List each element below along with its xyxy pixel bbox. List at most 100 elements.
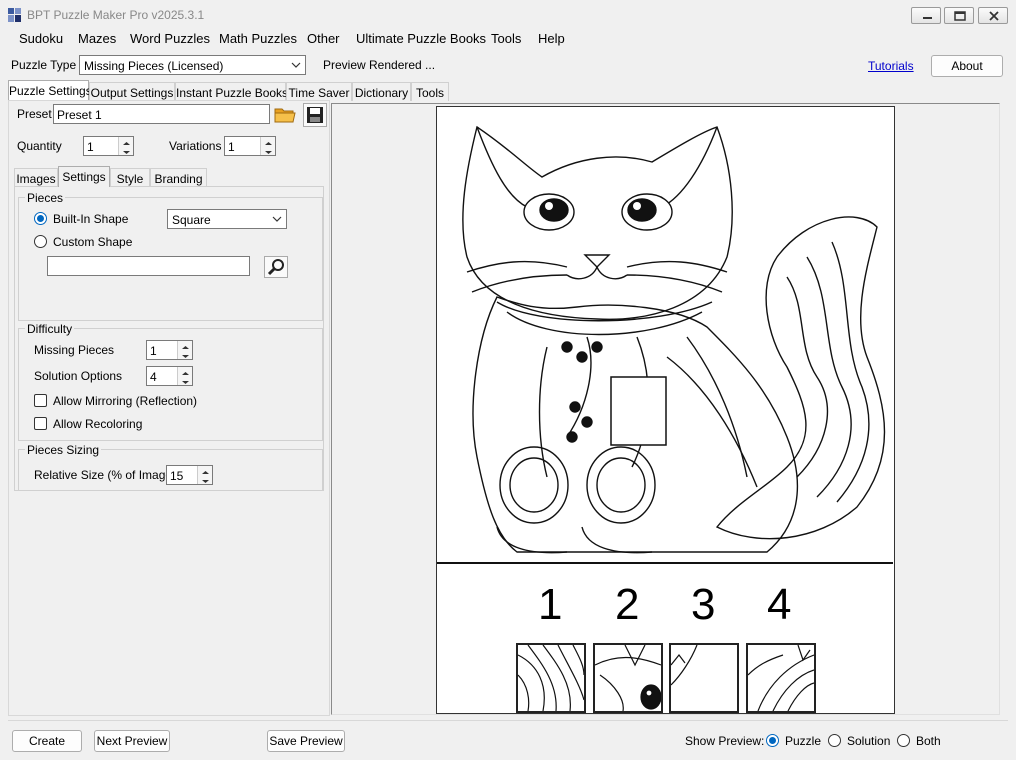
option-number: 1 (538, 580, 563, 629)
menu-ultimate-puzzle-books[interactable]: Ultimate Puzzle Books (356, 31, 486, 46)
quantity-stepper[interactable]: 1 (83, 136, 134, 156)
builtin-shape-radio[interactable] (34, 212, 47, 225)
about-button[interactable]: About (931, 55, 1003, 77)
subtab-settings[interactable]: Settings (58, 166, 110, 187)
missing-pieces-label: Missing Pieces (34, 343, 115, 357)
tab-puzzle-settings[interactable]: Puzzle Settings (8, 80, 92, 101)
option-piece-4 (746, 643, 816, 713)
window-title: BPT Puzzle Maker Pro v2025.3.1 (27, 8, 205, 22)
chevron-down-icon (291, 62, 301, 68)
menu-math-puzzles[interactable]: Math Puzzles (219, 31, 297, 46)
preview-status: Preview Rendered ... (323, 58, 436, 72)
show-preview-label: Show Preview: (685, 734, 765, 748)
missing-pieces-value: 1 (150, 344, 157, 358)
allow-mirroring-checkbox[interactable] (34, 394, 47, 407)
magnifier-icon (267, 259, 284, 276)
spin-up-icon[interactable] (177, 341, 192, 350)
allow-recoloring-checkbox[interactable] (34, 417, 47, 430)
tab-label: Images (16, 172, 56, 186)
tutorials-link[interactable]: Tutorials (868, 59, 914, 73)
spin-down-icon[interactable] (177, 376, 192, 385)
minimize-icon (923, 17, 932, 19)
save-preview-button[interactable]: Save Preview (267, 730, 345, 752)
tab-label: Instant Puzzle Books (176, 86, 289, 100)
tab-time-saver[interactable]: Time Saver (286, 82, 352, 101)
variations-stepper[interactable]: 1 (224, 136, 276, 156)
show-both-label: Both (916, 734, 941, 748)
menu-other[interactable]: Other (307, 31, 340, 46)
option-piece-1 (516, 643, 586, 713)
next-preview-button-label: Next Preview (96, 734, 168, 748)
show-solution-label: Solution (847, 734, 891, 748)
show-solution-radio[interactable] (828, 734, 841, 747)
save-preview-button-label: Save Preview (269, 734, 343, 748)
menu-tools[interactable]: Tools (491, 31, 521, 46)
preset-input[interactable]: Preset 1 (53, 104, 270, 124)
solution-options-stepper[interactable]: 4 (146, 366, 193, 386)
subtab-branding[interactable]: Branding (150, 168, 207, 187)
tab-label: Style (116, 172, 144, 186)
tab-label: Puzzle Settings (9, 84, 92, 98)
option-number: 3 (691, 580, 716, 629)
menu-help[interactable]: Help (538, 31, 565, 46)
subtab-style[interactable]: Style (110, 168, 150, 187)
spin-up-icon[interactable] (118, 137, 133, 146)
builtin-shape-label: Built-In Shape (53, 212, 129, 226)
puzzle-type-dropdown[interactable]: Missing Pieces (Licensed) (79, 55, 306, 75)
open-folder-button[interactable] (273, 103, 297, 127)
close-icon (989, 11, 999, 21)
tab-tools[interactable]: Tools (411, 82, 449, 101)
quantity-label: Quantity (17, 139, 62, 153)
create-button-label: Create (28, 734, 66, 748)
spin-up-icon[interactable] (260, 137, 275, 146)
save-preset-button[interactable] (303, 103, 327, 127)
builtin-shape-dropdown[interactable]: Square (167, 209, 287, 229)
menu-sudoku[interactable]: Sudoku (19, 31, 63, 46)
spin-down-icon[interactable] (260, 146, 275, 155)
tab-label: Settings (62, 170, 106, 184)
tab-dictionary[interactable]: Dictionary (352, 82, 411, 101)
spin-down-icon[interactable] (118, 146, 133, 155)
spin-down-icon[interactable] (177, 350, 192, 359)
allow-mirroring-label: Allow Mirroring (Reflection) (53, 394, 198, 408)
solution-options-label: Solution Options (34, 369, 123, 383)
browse-shape-button[interactable] (264, 256, 288, 278)
tab-instant-puzzle-books[interactable]: Instant Puzzle Books (175, 82, 289, 101)
missing-pieces-stepper[interactable]: 1 (146, 340, 193, 360)
sizing-group-title: Pieces Sizing (25, 443, 102, 457)
show-puzzle-label: Puzzle (785, 734, 822, 748)
show-both-radio[interactable] (897, 734, 910, 747)
option-number: 2 (615, 580, 640, 629)
variations-value: 1 (228, 140, 235, 154)
minimize-button[interactable] (911, 7, 941, 24)
close-button[interactable] (978, 7, 1008, 24)
spin-up-icon[interactable] (197, 466, 212, 475)
menu-word-puzzles[interactable]: Word Puzzles (130, 31, 210, 46)
create-button[interactable]: Create (12, 730, 82, 752)
preset-label: Preset (17, 107, 52, 121)
difficulty-group-title: Difficulty (25, 322, 75, 336)
tab-output-settings[interactable]: Output Settings (89, 82, 175, 101)
relative-size-value: 15 (170, 469, 184, 483)
builtin-shape-value: Square (172, 213, 211, 227)
relative-size-label: Relative Size (% of Image) (34, 468, 177, 482)
subtab-images[interactable]: Images (14, 168, 58, 187)
puzzle-image (437, 107, 893, 564)
allow-recoloring-label: Allow Recoloring (53, 417, 143, 431)
spin-up-icon[interactable] (177, 367, 192, 376)
option-number: 4 (767, 580, 792, 629)
tab-label: Output Settings (90, 86, 174, 100)
tab-label: Time Saver (288, 86, 350, 100)
maximize-button[interactable] (944, 7, 974, 24)
next-preview-button[interactable]: Next Preview (94, 730, 170, 752)
show-puzzle-radio[interactable] (766, 734, 779, 747)
spin-down-icon[interactable] (197, 475, 212, 484)
relative-size-stepper[interactable]: 15 (166, 465, 213, 485)
menu-mazes[interactable]: Mazes (78, 31, 116, 46)
chevron-down-icon (272, 216, 282, 222)
puzzle-type-value: Missing Pieces (Licensed) (84, 59, 224, 73)
custom-shape-input[interactable] (47, 256, 250, 276)
bottom-separator (8, 720, 1008, 721)
tab-label: Dictionary (354, 86, 409, 100)
custom-shape-radio[interactable] (34, 235, 47, 248)
